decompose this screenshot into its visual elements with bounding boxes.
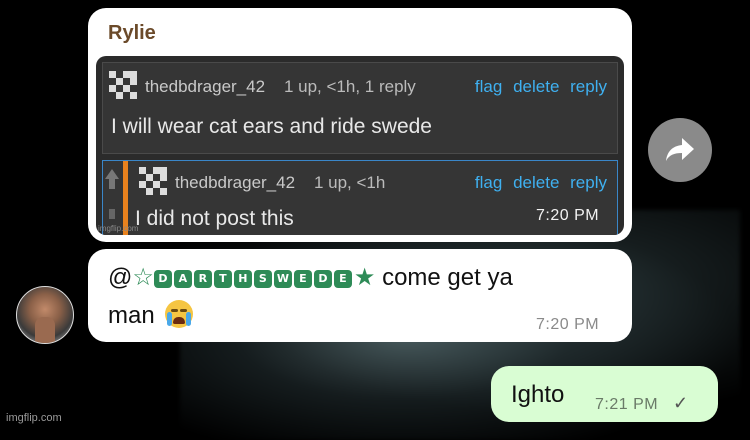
message-text-line2: man [108,299,194,333]
incoming-message-bubble[interactable]: @☆ D A R T H S W E D E ★ come get ya man 7:20 PM [88,249,632,342]
loudly-crying-face-icon [165,300,194,328]
letter-badge: E [293,270,312,288]
letter-badge: D [313,270,332,288]
message-text: @☆ D A R T H S W E D E ★ come get ya [108,261,513,295]
message-text-line1: come get ya [382,264,513,291]
letter-badge: T [213,270,232,288]
message-word: man [108,302,155,329]
pixel-avatar-icon [109,71,139,101]
downvote-icon [109,209,115,219]
comment-username: thedbdrager_42 [145,77,266,96]
letter-badge: S [253,270,272,288]
letter-badge: E [333,270,352,288]
flag-link: flag [474,173,503,192]
comment-stats: 1 up, <1h [313,173,386,192]
comment-actions: flag delete reply [469,173,607,193]
sender-name: Rylie [108,22,156,44]
message-timestamp: 7:20 PM [536,207,600,224]
message-timestamp: 7:21 PM [595,396,659,413]
letter-badge: H [233,270,252,288]
screenshot-watermark: imgflip.com [98,224,139,233]
comment-meta: thedbdrager_42 1 up, <1h, 1 reply [145,77,416,97]
comment-card: thedbdrager_42 1 up, <1h, 1 reply flag d… [102,62,618,154]
comment-username: thedbdrager_42 [175,173,296,192]
message-timestamp: 7:20 PM [536,316,600,333]
letter-badge: A [173,270,192,288]
share-button[interactable] [648,118,712,182]
comment-meta: thedbdrager_42 1 up, <1h [175,173,385,193]
delete-link: delete [513,173,560,192]
single-check-icon: ✓ [673,393,689,413]
letter-badge: W [273,270,292,288]
outgoing-message-bubble[interactable]: Ighto 7:21 PM ✓ [491,366,718,422]
flag-link: flag [474,77,503,96]
watermark: imgflip.com [6,412,62,424]
reply-link: reply [570,173,607,192]
comment-stats: 1 up, <1h, 1 reply [283,77,416,96]
reply-link: reply [570,77,607,96]
comment-text: I will wear cat ears and ride swede [111,115,432,138]
letter-badge: R [193,270,212,288]
comment-actions: flag delete reply [469,77,607,97]
pixel-avatar-icon [139,167,169,197]
comment-text: I did not post this [135,207,294,230]
avatar[interactable] [16,286,74,344]
upvote-icon [105,169,119,179]
delete-link: delete [513,77,560,96]
incoming-message-bubble[interactable]: Rylie thedbdrager_42 1 up, <1h, 1 reply … [88,8,632,242]
letter-badge: D [153,270,172,288]
star-solid-icon: ★ [353,264,376,291]
star-outline-icon: ☆ [132,264,154,291]
share-arrow-icon [666,138,694,161]
message-text: Ighto [511,381,565,408]
mention-prefix: @ [108,264,133,291]
